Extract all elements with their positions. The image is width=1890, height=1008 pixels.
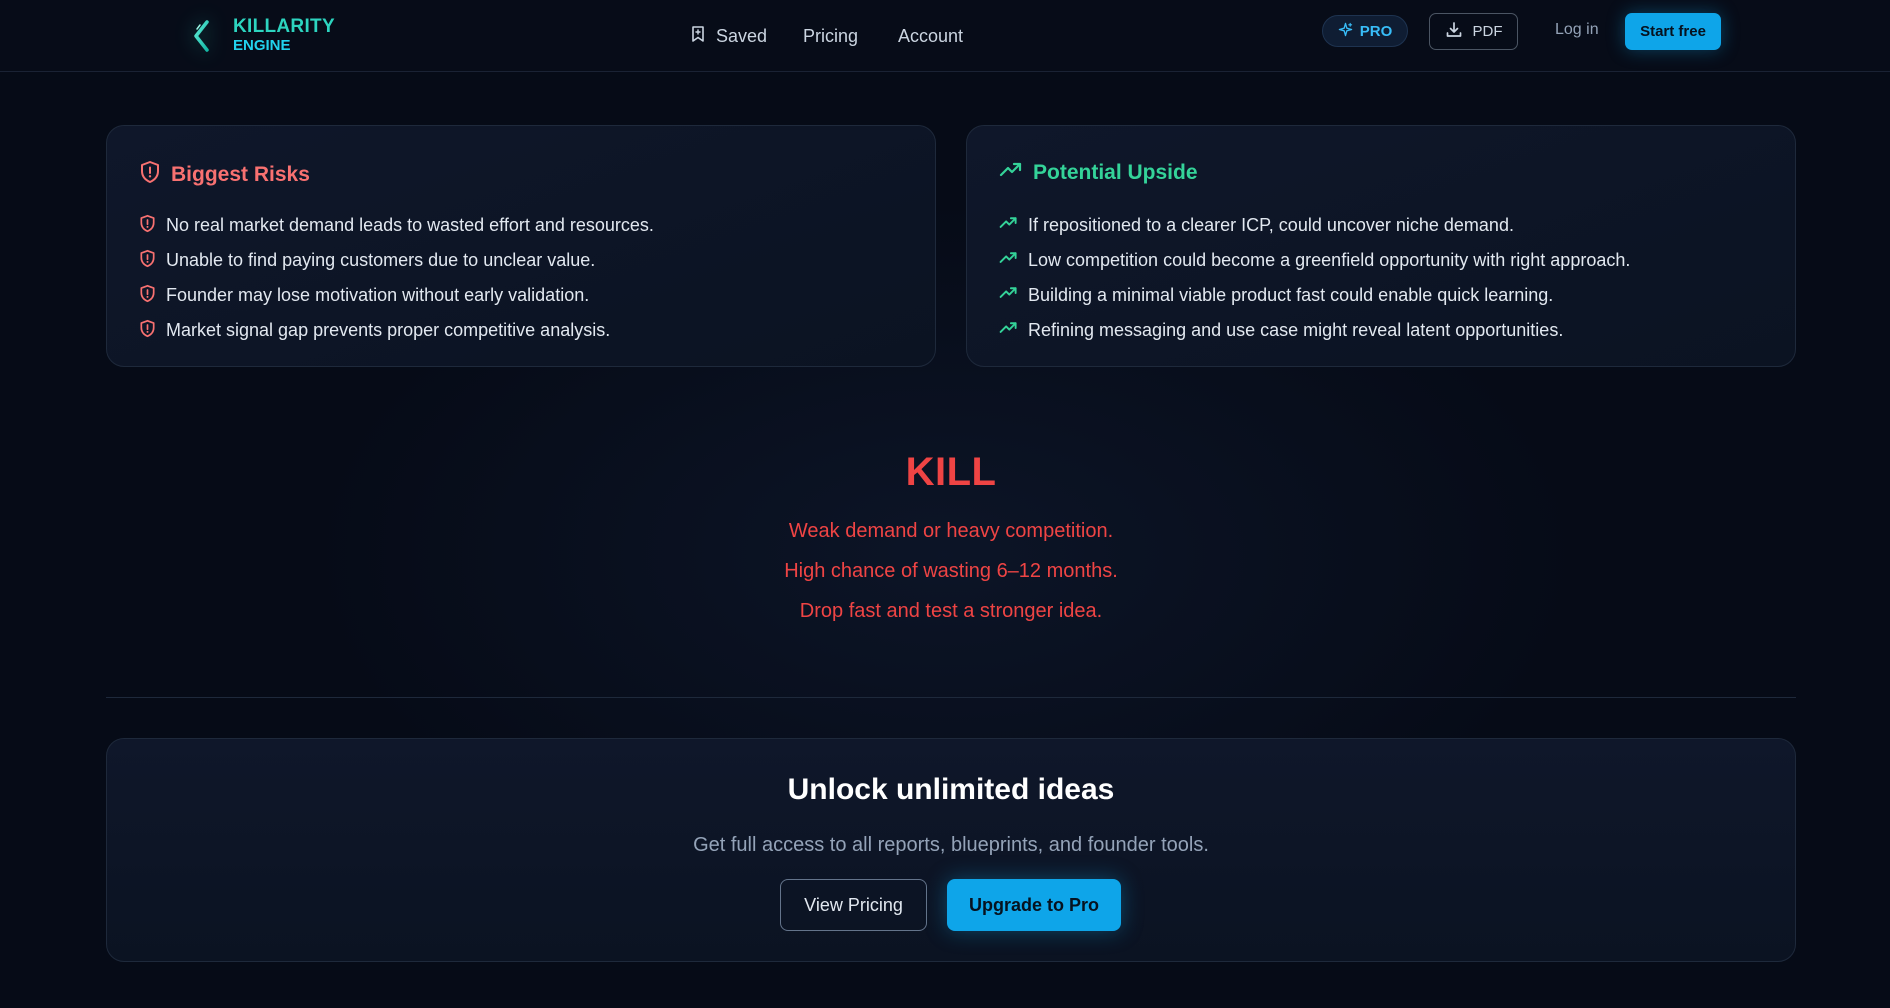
start-free-button[interactable]: Start free: [1625, 13, 1721, 50]
risk-text: No real market demand leads to wasted ef…: [166, 215, 654, 235]
upside-list: If repositioned to a clearer ICP, could …: [999, 208, 1630, 348]
upgrade-card: Unlock unlimited ideas Get full access t…: [106, 738, 1796, 962]
brand-name: KILLARITY: [233, 16, 335, 37]
brand-logo[interactable]: KILLARITY ENGINE: [180, 12, 335, 60]
pdf-label: PDF: [1472, 23, 1503, 40]
upside-text: Low competition could become a greenfiel…: [1028, 250, 1631, 270]
sparkles-icon: [1338, 22, 1360, 41]
nav-account-label: Account: [898, 25, 964, 46]
pdf-download-button[interactable]: PDF: [1429, 13, 1518, 50]
trending-up-icon: [999, 215, 1028, 236]
killarity-k-logo-icon: [180, 16, 220, 56]
start-free-label: Start free: [1640, 23, 1706, 40]
upside-title: Potential Upside: [1033, 161, 1198, 184]
pro-label: PRO: [1359, 22, 1393, 40]
shield-alert-icon: [139, 284, 166, 308]
nav-account[interactable]: Account: [898, 0, 963, 72]
trending-up-icon: [999, 320, 1028, 341]
risks-title: Biggest Risks: [171, 163, 310, 186]
section-divider: [106, 697, 1796, 698]
list-item: If repositioned to a clearer ICP, could …: [999, 208, 1630, 243]
risk-text: Founder may lose motivation without earl…: [166, 285, 590, 305]
nav-saved-label: Saved: [716, 25, 768, 46]
shield-alert-icon: [139, 214, 166, 238]
biggest-risks-card: Biggest Risks No real market demand lead…: [106, 125, 936, 367]
brand-subname: ENGINE: [233, 37, 291, 54]
nav-saved[interactable]: Saved: [690, 0, 767, 72]
list-item: Refining messaging and use case might re…: [999, 313, 1630, 348]
trending-up-icon: [999, 160, 1033, 186]
view-pricing-button[interactable]: View Pricing: [780, 879, 927, 931]
verdict-reason: Drop fast and test a stronger idea.: [799, 600, 1103, 622]
risk-text: Unable to find paying customers due to u…: [166, 250, 596, 270]
list-item: Unable to find paying customers due to u…: [139, 243, 654, 278]
trending-up-icon: [999, 285, 1028, 306]
list-item: Founder may lose motivation without earl…: [139, 278, 654, 313]
upside-text: Refining messaging and use case might re…: [1028, 320, 1564, 340]
bookmark-icon: [690, 25, 716, 48]
risk-text: Market signal gap prevents proper compet…: [166, 320, 611, 340]
upside-text: Building a minimal viable product fast c…: [1028, 285, 1554, 305]
shield-alert-icon: [139, 160, 171, 190]
download-icon: [1445, 21, 1473, 43]
shield-alert-icon: [139, 249, 166, 273]
nav-pricing-label: Pricing: [803, 25, 859, 46]
upgrade-to-pro-button[interactable]: Upgrade to Pro: [947, 879, 1121, 931]
upgrade-subtitle: Get full access to all reports, blueprin…: [693, 834, 1209, 856]
verdict-section: KILL Weak demand or heavy competition. H…: [0, 448, 1890, 631]
view-pricing-label: View Pricing: [804, 894, 903, 915]
potential-upside-card: Potential Upside If repositioned to a cl…: [966, 125, 1796, 367]
risks-list: No real market demand leads to wasted ef…: [139, 208, 654, 348]
pro-badge-button[interactable]: PRO: [1322, 15, 1408, 47]
shield-alert-icon: [139, 319, 166, 343]
verdict-reason: Weak demand or heavy competition.: [788, 520, 1114, 542]
verdict-label: KILL: [905, 450, 997, 494]
upside-text: If repositioned to a clearer ICP, could …: [1028, 215, 1514, 235]
upgrade-title: Unlock unlimited ideas: [787, 773, 1115, 806]
nav-pricing[interactable]: Pricing: [803, 0, 858, 72]
top-header: KILLARITY ENGINE Saved Pricing Account P…: [0, 0, 1890, 72]
list-item: Market signal gap prevents proper compet…: [139, 313, 654, 348]
list-item: Building a minimal viable product fast c…: [999, 278, 1630, 313]
upgrade-label: Upgrade to Pro: [968, 894, 1099, 915]
verdict-reason: High chance of wasting 6–12 months.: [784, 560, 1118, 582]
list-item: No real market demand leads to wasted ef…: [139, 208, 654, 243]
login-link[interactable]: Log in: [1555, 21, 1599, 39]
trending-up-icon: [999, 250, 1028, 271]
list-item: Low competition could become a greenfiel…: [999, 243, 1630, 278]
